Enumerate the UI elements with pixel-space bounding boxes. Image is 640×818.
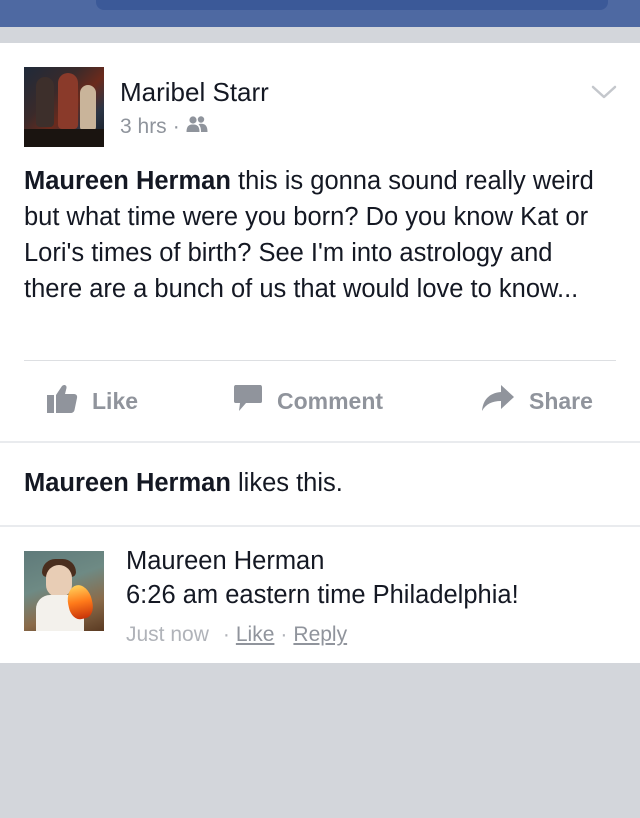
like-label: Like (92, 387, 139, 414)
meta-separator: · (172, 115, 180, 138)
share-label: Share (529, 387, 593, 414)
like-button[interactable]: Like (46, 381, 138, 421)
comment-author-name[interactable]: Maureen Herman (126, 547, 324, 576)
commenter-avatar[interactable] (24, 551, 104, 631)
comments-divider (0, 525, 640, 527)
chevron-down-icon[interactable] (590, 81, 618, 103)
liker-name[interactable]: Maureen Herman (24, 469, 231, 497)
post-text: Maureen Herman this is gonna sound reall… (24, 163, 616, 307)
comment-label: Comment (277, 387, 384, 414)
comment-meta: Just now · Like · Reply (126, 623, 347, 647)
share-arrow-icon (481, 383, 515, 419)
search-bar[interactable] (96, 0, 608, 10)
post-card: Maribel Starr 3 hrs · Maureen Herman thi… (0, 43, 640, 663)
post-timestamp[interactable]: 3 hrs (120, 115, 167, 139)
author-avatar[interactable] (24, 67, 104, 147)
comment-button[interactable]: Comment (233, 381, 383, 421)
post-author-name[interactable]: Maribel Starr (120, 77, 269, 108)
comment-like-link[interactable]: Like (236, 623, 275, 647)
comment-text: 6:26 am eastern time Philadelphia! (126, 581, 519, 609)
post-meta: 3 hrs · (120, 115, 208, 139)
feed-gap (0, 27, 640, 43)
comment-meta-separator-2: · (280, 623, 288, 646)
post-divider (24, 360, 616, 361)
friends-icon (186, 115, 208, 139)
top-nav-bar (0, 0, 640, 27)
comment-timestamp: Just now (126, 623, 209, 646)
likes-summary[interactable]: Maureen Herman likes this. (24, 469, 343, 498)
thumbs-up-icon (46, 382, 78, 420)
comment-meta-separator: · (222, 623, 230, 646)
section-divider (0, 441, 640, 443)
likes-text: likes this. (230, 469, 343, 497)
action-bar: Like Comment Share (0, 381, 640, 421)
mention-link[interactable]: Maureen Herman (24, 167, 231, 195)
share-button[interactable]: Share (481, 381, 593, 421)
comment-reply-link[interactable]: Reply (293, 623, 347, 647)
comment-bubble-icon (233, 383, 263, 419)
